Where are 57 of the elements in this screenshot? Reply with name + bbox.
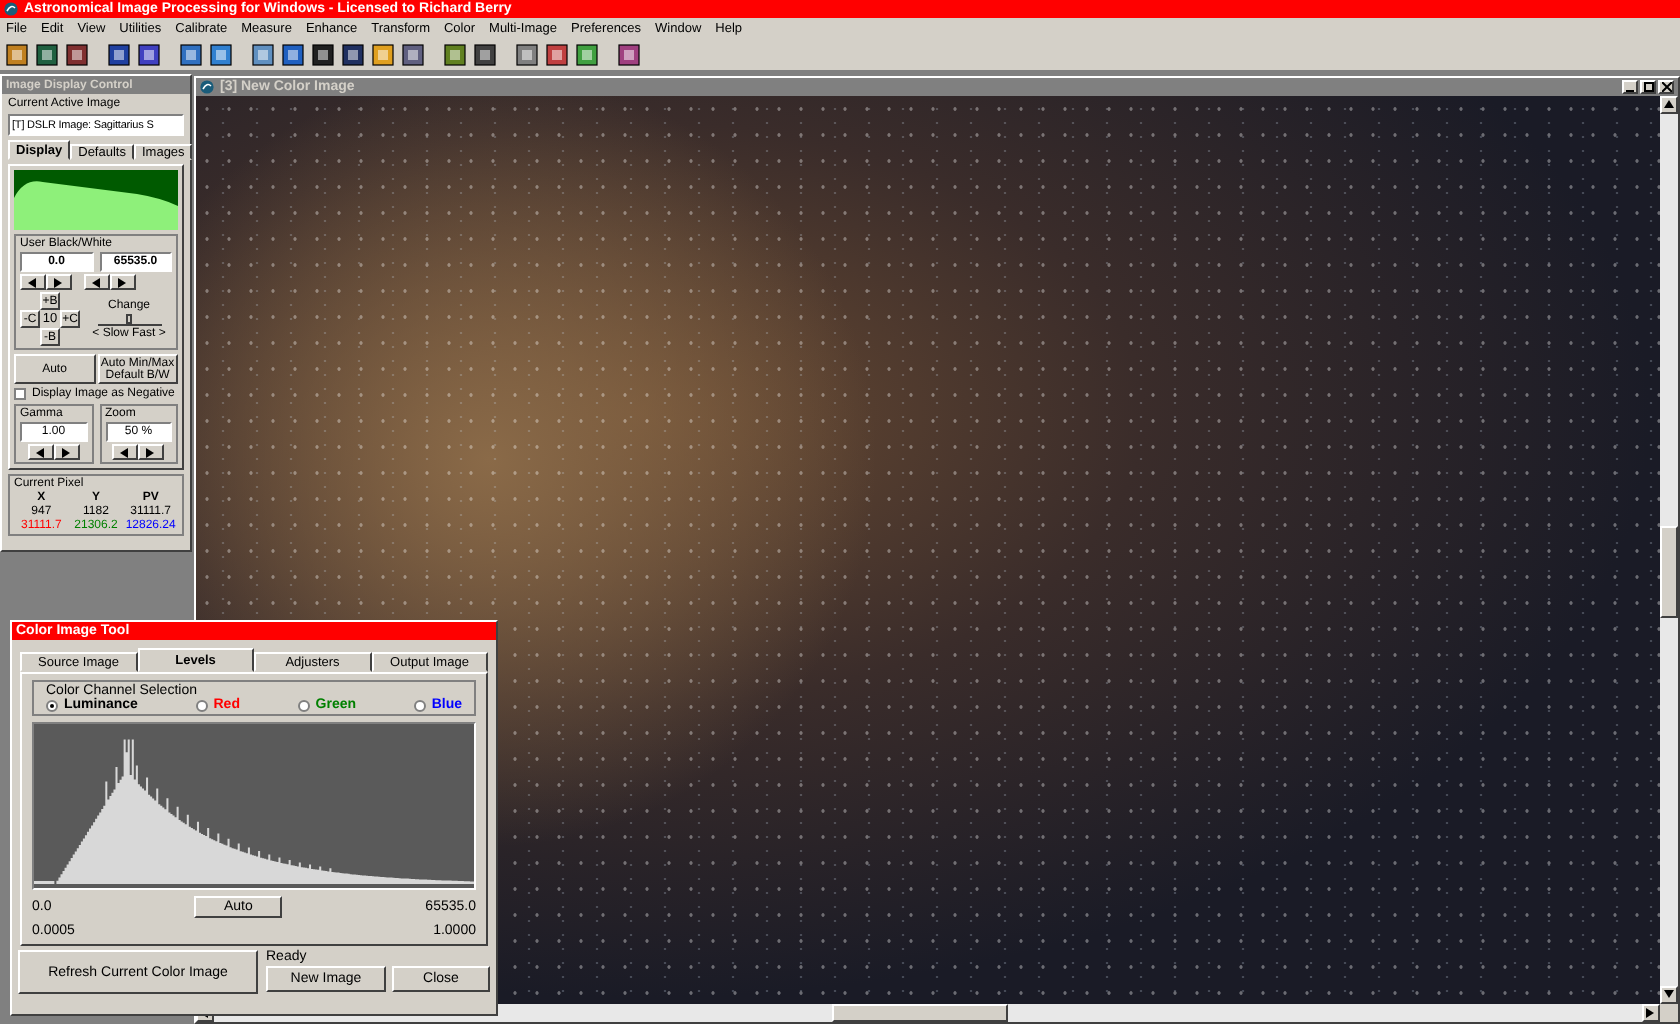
toolbar-icon[interactable] (514, 41, 540, 67)
scroll-up-button[interactable] (1660, 96, 1678, 114)
left-arrow-icon (120, 447, 131, 457)
toolbar-icon[interactable] (136, 41, 162, 67)
down-arrow-icon (1664, 990, 1674, 1000)
toolbar-icon[interactable] (400, 41, 426, 67)
increase-button[interactable] (53, 444, 80, 460)
toolbar-icon[interactable] (310, 41, 336, 67)
toolbar-icon[interactable] (544, 41, 570, 67)
left-arrow-icon (28, 277, 38, 287)
right-arrow-icon (61, 447, 72, 457)
toolbar-icon[interactable] (34, 41, 60, 67)
close-icon (1661, 82, 1671, 92)
left-arrow-icon (35, 447, 46, 457)
decrease-button[interactable] (27, 444, 54, 460)
maximize-icon (1643, 82, 1653, 92)
scroll-thumb[interactable] (832, 1004, 1008, 1022)
toolbar-icon[interactable] (250, 41, 276, 67)
toolbar-icon[interactable] (280, 41, 306, 67)
radio-button[interactable] (195, 699, 208, 711)
app-icon (4, 2, 18, 16)
toolbar-icon[interactable] (4, 41, 30, 67)
radio-button[interactable] (297, 699, 310, 711)
toolbar-icon[interactable] (64, 41, 90, 67)
increase-button[interactable] (138, 444, 165, 460)
toolbar-icon[interactable] (106, 41, 132, 67)
vertical-scrollbar[interactable] (1660, 96, 1678, 1004)
maximize-button[interactable] (1640, 80, 1656, 94)
minimize-button[interactable] (1622, 80, 1638, 94)
negative-checkbox[interactable] (14, 388, 26, 400)
radio-button[interactable] (46, 699, 58, 711)
toolbar-icon[interactable] (442, 41, 468, 67)
increase-button[interactable] (110, 274, 136, 290)
toolbar-icon[interactable] (472, 41, 498, 67)
toolbar-icon[interactable] (370, 41, 396, 67)
left-arrow-icon (92, 277, 102, 287)
toolbar-icon[interactable] (616, 41, 642, 67)
right-arrow-icon (54, 277, 64, 287)
increase-button[interactable] (46, 274, 72, 290)
toolbar-icon[interactable] (340, 41, 366, 67)
up-arrow-icon (1664, 100, 1674, 110)
decrease-button[interactable] (84, 274, 110, 290)
toolbar-icon[interactable] (208, 41, 234, 67)
speed-slider[interactable] (97, 313, 161, 325)
scroll-down-button[interactable] (1660, 986, 1678, 1004)
slider-thumb[interactable] (126, 313, 132, 323)
scroll-thumb[interactable] (1660, 526, 1678, 618)
right-arrow-icon (146, 447, 157, 457)
scroll-right-button[interactable] (1642, 1004, 1660, 1022)
right-arrow-icon (118, 277, 128, 287)
radio-button[interactable] (413, 699, 426, 711)
close-button[interactable] (1658, 80, 1674, 94)
decrease-button[interactable] (20, 274, 46, 290)
right-arrow-icon (1646, 1008, 1656, 1018)
toolbar-icon[interactable] (178, 41, 204, 67)
toolbar-icon[interactable] (574, 41, 600, 67)
decrease-button[interactable] (112, 444, 139, 460)
